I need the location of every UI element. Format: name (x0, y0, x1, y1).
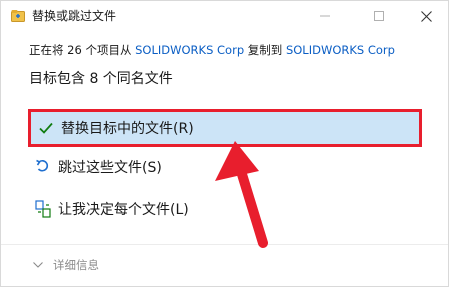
destination-folder-link[interactable]: SOLIDWORKS Corp (286, 43, 395, 57)
skip-arrow-icon (34, 158, 52, 176)
annotation-arrow-icon (215, 141, 268, 248)
minimize-icon (320, 15, 330, 17)
conflict-heading: 目标包含 8 个同名文件 (29, 71, 173, 87)
replace-or-skip-dialog: 替换或跳过文件 正在将 26 个项目从 SOLIDWORKS Corp 复制到 … (0, 0, 449, 287)
maximize-icon (374, 11, 384, 21)
checkmark-icon (37, 119, 55, 137)
copy-files-icon (11, 10, 25, 22)
copy-status-prefix: 正在将 26 个项目从 (29, 43, 136, 57)
copy-status-text: 正在将 26 个项目从 SOLIDWORKS Corp 复制到 SOLIDWOR… (29, 42, 395, 58)
skip-files-label: 跳过这些文件(S) (58, 160, 162, 176)
replace-files-label: 替换目标中的文件(R) (61, 121, 194, 137)
close-icon (420, 10, 432, 22)
copy-status-middle: 复制到 (244, 43, 286, 57)
maximize-button[interactable] (356, 1, 402, 31)
window-title: 替换或跳过文件 (32, 9, 117, 23)
decide-each-file-label: 让我决定每个文件(L) (58, 202, 189, 218)
title-bar: 替换或跳过文件 (1, 1, 448, 31)
decide-icon (34, 200, 52, 218)
more-details-label: 详细信息 (53, 258, 99, 272)
close-button[interactable] (403, 1, 448, 31)
minimize-button[interactable] (302, 1, 348, 31)
chevron-down-icon (33, 262, 43, 268)
source-folder-link[interactable]: SOLIDWORKS Corp (135, 43, 244, 57)
more-details-toggle[interactable]: 详细信息 (33, 257, 99, 273)
